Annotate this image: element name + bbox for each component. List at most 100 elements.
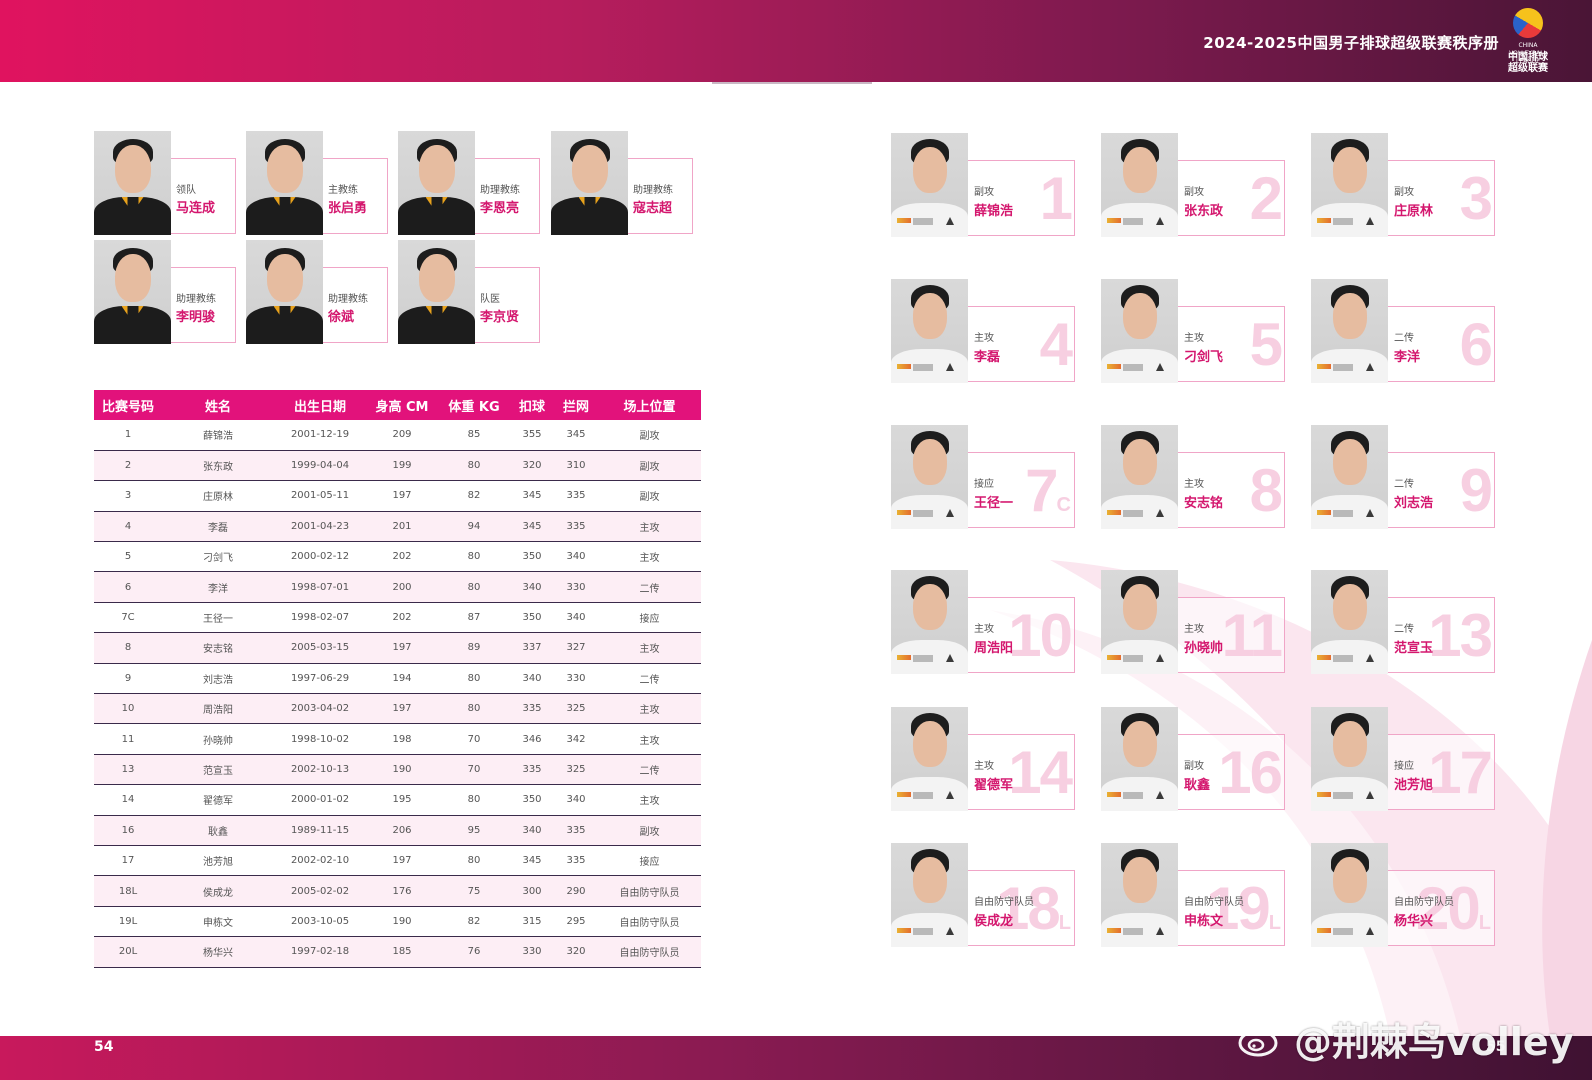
player-position: 副攻 [974,187,994,198]
shirt-sponsor-mark [1317,218,1331,223]
shirt-sponsor-mark [1107,218,1121,223]
table-cell: 1989-11-15 [274,815,366,846]
player-card: 19L 自由防守队员 申栋文 [1101,843,1285,947]
player-photo [1311,843,1388,947]
jersey-number-value: 17 [1428,739,1493,806]
shirt-sponsor-mark [897,792,911,797]
player-position: 自由防守队员 [974,897,1034,908]
shirt-sponsor-text [913,655,933,662]
photo-face [114,254,151,302]
staff-name: 马连成 [176,201,216,216]
player-card: 1 副攻 薛锦浩 [891,133,1075,237]
photo-face [912,721,947,767]
table-row: 10 周浩阳 2003-04-02 197 80 335 325 主攻 [94,693,701,725]
shirt-sponsor-mark [1317,510,1331,515]
photo-face [912,584,947,630]
shirt-sponsor-mark [1107,655,1121,660]
table-cell: 197 [366,480,438,512]
shirt-sponsor-text [1123,218,1143,225]
player-name: 刘志浩 [1394,496,1434,511]
table-cell: 主攻 [598,541,701,573]
league-logo: CHINA VOLLEYBALL LEAGUE 中国排球 超级联赛 [1504,8,1552,76]
shirt-sponsor-mark [897,510,911,515]
table-cell: 刁剑飞 [162,541,274,573]
shirt-sponsor-text [1123,928,1143,935]
player-card: 9 二传 刘志浩 [1311,425,1495,529]
table-cell: 202 [366,602,438,634]
staff-card: 队医 李京贤 [398,240,540,344]
table-cell: 李洋 [162,571,274,603]
player-name: 庄原林 [1394,204,1434,219]
table-cell: 335 [554,845,598,877]
photo-face [1332,439,1367,485]
table-cell: 副攻 [598,480,701,512]
table-cell: 副攻 [598,420,701,451]
staff-photo [398,131,475,235]
staff-name: 李恩亮 [480,201,520,216]
staff-photo [398,240,475,344]
table-cell: 2005-02-02 [274,875,366,907]
shirt-sponsor-text [913,364,933,371]
player-photo [1311,570,1388,674]
table-cell: 85 [438,420,510,451]
photo-face [1332,584,1367,630]
player-name: 李洋 [1394,350,1421,365]
staff-role: 助理教练 [176,294,216,305]
player-photo [1311,279,1388,383]
player-photo [1311,133,1388,237]
table-cell: 335 [554,815,598,846]
table-cell: 10 [94,693,162,725]
jersey-number: 5 [1250,315,1283,389]
table-cell: 201 [366,511,438,543]
player-position: 二传 [1394,333,1414,344]
table-cell: 二传 [598,663,701,695]
player-position: 接应 [974,479,994,490]
table-cell: 345 [510,845,554,877]
table-cell: 翟德军 [162,784,274,816]
player-photo [891,425,968,529]
table-cell: 346 [510,723,554,755]
table-cell: 2000-01-02 [274,784,366,816]
table-cell: 3 [94,480,162,512]
column-header: 比赛号码 [94,390,162,420]
photo-face [1122,147,1157,193]
staff-name: 李京贤 [480,310,520,325]
table-cell: 19L [94,906,162,938]
table-header-row: 比赛号码 姓名 出生日期 身高 CM 体重 KG 扣球 拦网 场上位置 [94,390,701,420]
table-cell: 190 [366,754,438,786]
table-cell: 18L [94,875,162,907]
roster-table: 比赛号码 姓名 出生日期 身高 CM 体重 KG 扣球 拦网 场上位置 1 薛锦浩 2001-12… [94,390,701,968]
table-cell: 池芳旭 [162,845,274,877]
photo-face [418,145,455,193]
player-photo [1311,425,1388,529]
player-card: 7C 接应 王径一 [891,425,1075,529]
table-cell: 2002-10-13 [274,754,366,786]
table-cell: 340 [554,541,598,573]
table-row: 14 翟德军 2000-01-02 195 80 350 340 主攻 [94,784,701,816]
table-cell: 主攻 [598,511,701,543]
table-row: 2 张东政 1999-04-04 199 80 320 310 副攻 [94,450,701,482]
header-divider [712,82,872,84]
player-name: 池芳旭 [1394,778,1434,793]
table-cell: 82 [438,480,510,512]
jersey-number-value: 6 [1459,311,1493,378]
table-cell: 17 [94,845,162,877]
player-card: 6 二传李洋 [1311,279,1495,383]
jersey-number-value: 14 [1008,739,1073,806]
player-card: 5 主攻 刁剑飞 [1101,279,1285,383]
column-header: 身高 CM [366,390,438,420]
shirt-sponsor-text [1123,364,1143,371]
staff-role: 领队 [176,185,196,196]
table-cell: 二传 [598,754,701,786]
table-cell: 95 [438,815,510,846]
player-card: 17 接应 池芳旭 [1311,707,1495,811]
table-row: 17 池芳旭 2002-02-10 197 80 345 335 接应 [94,845,701,877]
table-cell: 80 [438,663,510,695]
photo-face [1122,293,1157,339]
table-cell: 340 [510,815,554,846]
player-position: 自由防守队员 [1184,897,1244,908]
player-position: 主攻 [974,333,994,344]
column-header: 体重 KG [438,390,510,420]
table-cell: 197 [366,632,438,664]
table-cell: 325 [554,754,598,786]
